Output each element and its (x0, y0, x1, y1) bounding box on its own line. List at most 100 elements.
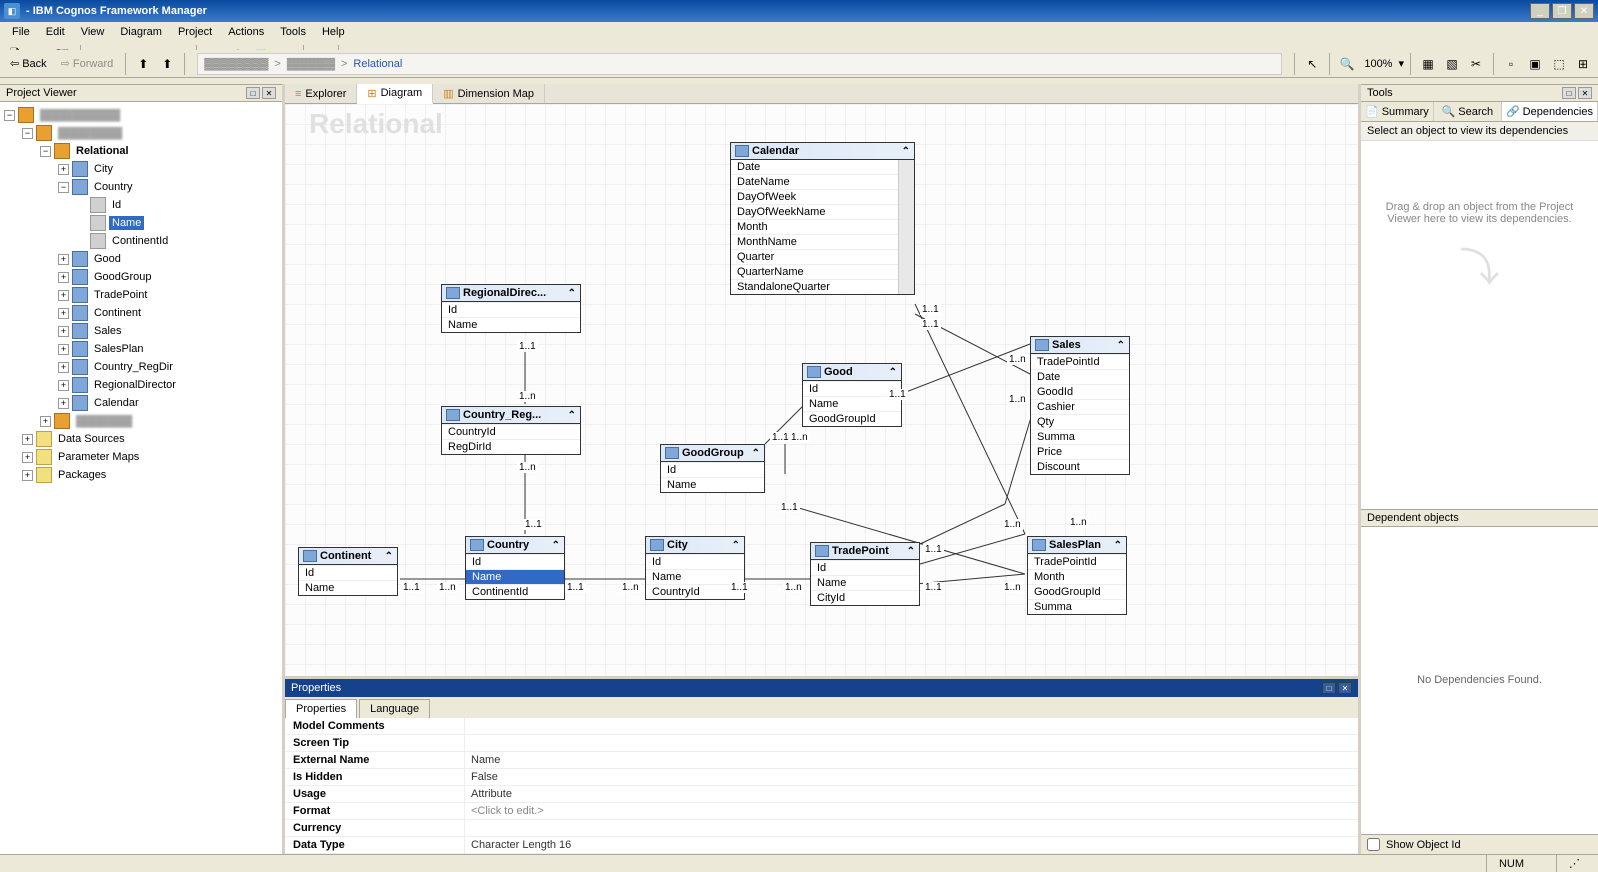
attribute[interactable]: StandaloneQuarter (731, 279, 898, 294)
attribute[interactable]: TradePointId (1028, 554, 1126, 569)
attribute[interactable]: Id (646, 554, 744, 569)
menu-view[interactable]: View (73, 24, 113, 40)
attribute[interactable]: Id (466, 554, 564, 569)
entity-calendar[interactable]: Calendar⌃ Date DateName DayOfWeek DayOfW… (730, 142, 915, 295)
entity-country[interactable]: Country⌃ Id Name ContinentId (465, 536, 565, 600)
collapse-icon[interactable]: ⌃ (907, 546, 915, 557)
attribute[interactable]: CountryId (646, 584, 744, 599)
tool-d2-icon[interactable]: ▧ (1441, 53, 1463, 75)
tab-search[interactable]: 🔍Search (1434, 102, 1502, 121)
tree-salesplan[interactable]: SalesPlan (91, 342, 147, 356)
zoom-level[interactable]: 100% (1360, 58, 1396, 70)
tree-city[interactable]: City (91, 162, 116, 176)
collapse-icon[interactable]: ⌃ (889, 367, 897, 378)
tree-datasources[interactable]: Data Sources (55, 432, 128, 446)
entity-tradepoint[interactable]: TradePoint⌃ Id Name CityId (810, 542, 920, 606)
panel-close-icon[interactable]: ✕ (1578, 87, 1592, 99)
attribute[interactable]: Cashier (1031, 399, 1129, 414)
menu-diagram[interactable]: Diagram (112, 24, 170, 40)
collapse-icon[interactable]: ⌃ (1117, 340, 1125, 351)
home-icon[interactable]: ⬆ (156, 53, 178, 75)
tool-e4-icon[interactable]: ⊞ (1572, 53, 1594, 75)
tree-good[interactable]: Good (91, 252, 124, 266)
attribute[interactable]: CityId (811, 590, 919, 605)
tab-properties[interactable]: Properties (285, 699, 357, 718)
menu-file[interactable]: File (4, 24, 38, 40)
attribute[interactable]: TradePointId (1031, 354, 1129, 369)
attribute[interactable]: QuarterName (731, 264, 898, 279)
prop-val[interactable]: False (465, 769, 1358, 785)
collapse-icon[interactable]: ⌃ (752, 448, 760, 459)
menu-tools[interactable]: Tools (272, 24, 314, 40)
entity-countryreg[interactable]: Country_Reg...⌃ CountryId RegDirId (441, 406, 581, 455)
prop-val[interactable]: Attribute (465, 786, 1358, 802)
tree-toggle[interactable]: + (22, 470, 33, 481)
panel-maximize-icon[interactable]: □ (1322, 682, 1336, 694)
tab-diagram[interactable]: ⊞Diagram (357, 84, 433, 104)
prop-val[interactable] (465, 718, 1358, 734)
attribute[interactable]: Month (1028, 569, 1126, 584)
attribute[interactable]: Price (1031, 444, 1129, 459)
tab-summary[interactable]: 📄Summary (1361, 102, 1434, 121)
up-icon[interactable]: ⬆ (132, 53, 154, 75)
tree-toggle[interactable]: + (40, 416, 51, 427)
attribute[interactable]: Id (299, 565, 397, 580)
tool-e2-icon[interactable]: ▣ (1524, 53, 1546, 75)
properties-grid[interactable]: Model Comments Screen Tip External NameN… (285, 718, 1358, 854)
entity-sales[interactable]: Sales⌃ TradePointId Date GoodId Cashier … (1030, 336, 1130, 475)
tree-packages[interactable]: Packages (55, 468, 109, 482)
menu-project[interactable]: Project (170, 24, 220, 40)
attribute-selected[interactable]: Name (466, 569, 564, 584)
entity-regionaldirector[interactable]: RegionalDirec...⌃ Id Name (441, 284, 581, 333)
tree-model[interactable]: ▓▓▓▓▓▓▓▓ (55, 126, 125, 140)
tree-country[interactable]: Country (91, 180, 136, 194)
attribute[interactable]: Name (661, 477, 764, 492)
attribute[interactable]: Name (646, 569, 744, 584)
attribute[interactable]: MonthName (731, 234, 898, 249)
restore-button[interactable]: ❐ (1552, 3, 1572, 19)
attribute[interactable]: DayOfWeek (731, 189, 898, 204)
tree-toggle[interactable]: − (58, 182, 69, 193)
entity-salesplan[interactable]: SalesPlan⌃ TradePointId Month GoodGroupI… (1027, 536, 1127, 615)
tree-toggle[interactable]: + (58, 272, 69, 283)
panel-close-icon[interactable]: ✕ (1338, 682, 1352, 694)
menu-help[interactable]: Help (314, 24, 353, 40)
entity-continent[interactable]: Continent⌃ Id Name (298, 547, 398, 596)
collapse-icon[interactable]: ⌃ (552, 540, 560, 551)
tab-language[interactable]: Language (359, 699, 430, 718)
tree-regionaldirector[interactable]: RegionalDirector (91, 378, 179, 392)
tree-root[interactable]: ▓▓▓▓▓▓▓▓▓▓ (37, 108, 123, 122)
entity-city[interactable]: City⌃ Id Name CountryId (645, 536, 745, 600)
attribute[interactable]: DateName (731, 174, 898, 189)
tree-toggle[interactable]: − (4, 110, 15, 121)
tool-e3-icon[interactable]: ⬚ (1548, 53, 1570, 75)
entity-goodgroup[interactable]: GoodGroup⌃ Id Name (660, 444, 765, 493)
prop-val[interactable] (465, 735, 1358, 751)
attribute[interactable]: DayOfWeekName (731, 204, 898, 219)
attribute[interactable]: GoodId (1031, 384, 1129, 399)
collapse-icon[interactable]: ⌃ (568, 410, 576, 421)
tab-dependencies[interactable]: 🔗Dependencies (1502, 102, 1598, 121)
collapse-icon[interactable]: ⌃ (385, 551, 393, 562)
tree-toggle[interactable]: + (22, 434, 33, 445)
close-button[interactable]: ✕ (1574, 3, 1594, 19)
tree-toggle[interactable]: + (58, 344, 69, 355)
panel-maximize-icon[interactable]: □ (246, 87, 260, 99)
collapse-icon[interactable]: ⌃ (732, 540, 740, 551)
prop-val[interactable]: <Click to edit.> (465, 803, 1358, 819)
tools-dropzone[interactable]: Drag & drop an object from the Project V… (1361, 141, 1598, 509)
attribute[interactable]: Id (811, 560, 919, 575)
attribute[interactable]: Date (1031, 369, 1129, 384)
attribute[interactable]: Id (803, 381, 901, 396)
tree-toggle[interactable]: + (58, 254, 69, 265)
scrollbar[interactable] (898, 160, 914, 294)
tree-toggle[interactable]: + (58, 380, 69, 391)
tree-id[interactable]: Id (109, 198, 124, 212)
tree-sales[interactable]: Sales (91, 324, 125, 338)
breadcrumb[interactable]: ▓▓▓▓▓▓▓▓ > ▓▓▓▓▓▓ > Relational (197, 53, 1282, 75)
tool-d1-icon[interactable]: ▦ (1417, 53, 1439, 75)
tab-explorer[interactable]: ≡Explorer (285, 84, 357, 103)
minimize-button[interactable]: _ (1530, 3, 1550, 19)
menu-actions[interactable]: Actions (220, 24, 272, 40)
attribute[interactable]: Month (731, 219, 898, 234)
